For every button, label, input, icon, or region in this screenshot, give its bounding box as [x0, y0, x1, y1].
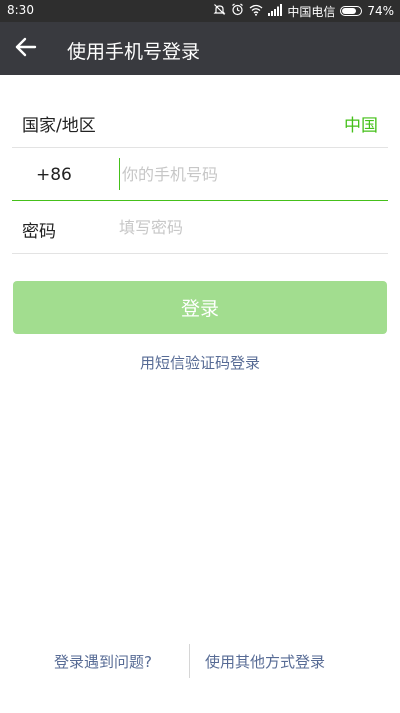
login-problem-link[interactable]: 登录遇到问题?	[54, 651, 152, 672]
password-label: 密码	[22, 222, 56, 242]
phone-number-input[interactable]	[119, 158, 372, 190]
signal-icon	[268, 3, 283, 19]
alarm-off-icon	[213, 3, 226, 19]
password-row: 密码	[12, 201, 388, 254]
app-bar: 使用手机号登录	[0, 22, 400, 75]
battery-level-fill	[342, 8, 356, 14]
country-code[interactable]: +86	[36, 165, 72, 185]
back-arrow-icon	[15, 37, 37, 61]
footer-divider	[189, 644, 190, 678]
phone-row: +86	[12, 148, 388, 201]
carrier-name: 中国电信	[287, 4, 336, 19]
status-time: 8:30	[7, 3, 34, 17]
region-selector[interactable]: 国家/地区 中国	[12, 95, 388, 148]
status-icons: 中国电信 74%	[213, 3, 394, 19]
login-button[interactable]: 登录	[13, 281, 387, 334]
other-login-methods-link[interactable]: 使用其他方式登录	[205, 651, 325, 672]
back-button[interactable]	[10, 34, 42, 64]
region-value[interactable]: 中国	[344, 111, 378, 136]
battery-percent: 74%	[367, 4, 394, 18]
alarm-clock-icon	[231, 3, 244, 19]
wifi-icon	[249, 4, 263, 19]
battery-icon	[340, 6, 363, 16]
status-bar: 8:30 中国电信 74%	[0, 0, 400, 22]
password-input[interactable]	[119, 211, 369, 243]
page-title: 使用手机号登录	[67, 41, 201, 63]
region-label: 国家/地区	[22, 116, 96, 136]
sms-login-link[interactable]: 用短信验证码登录	[0, 352, 400, 373]
